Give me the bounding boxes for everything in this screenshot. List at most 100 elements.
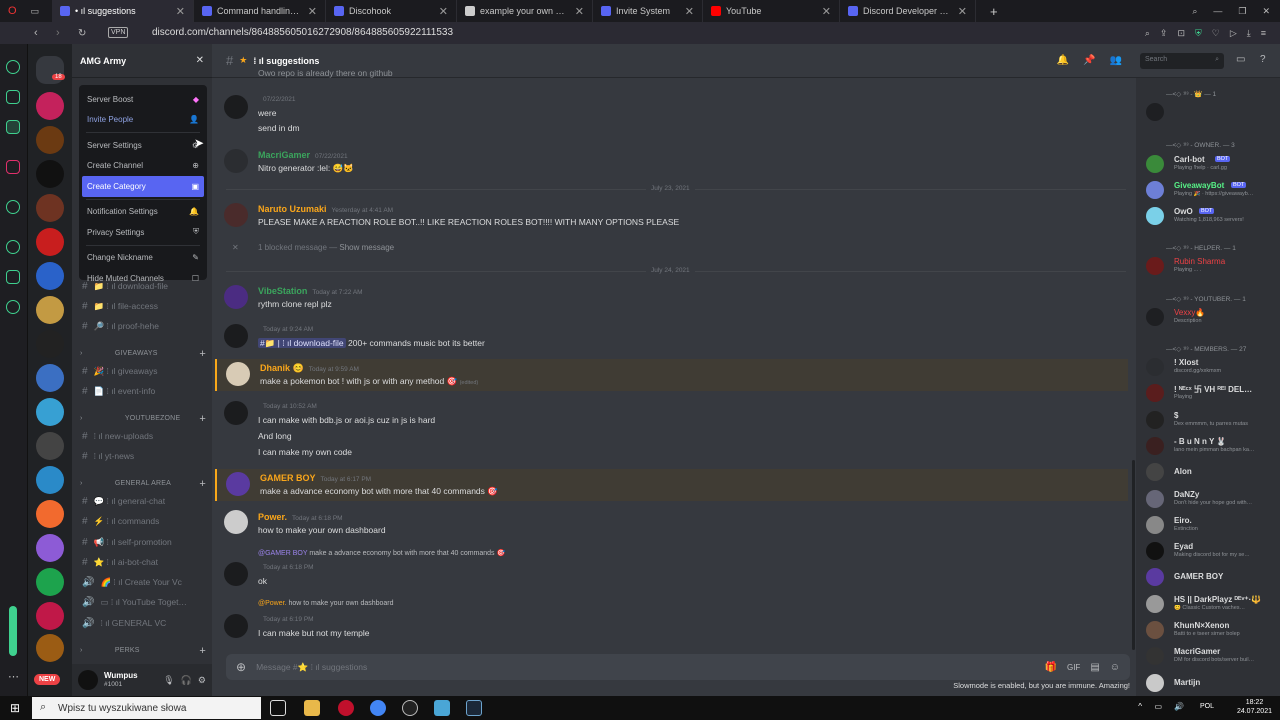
new-tab-button[interactable]: + — [990, 4, 998, 19]
extensions-icon[interactable] — [6, 270, 20, 284]
browser-tab[interactable]: • ıl suggestions ✕ — [52, 0, 194, 22]
mute-icon[interactable]: 🎙 — [163, 675, 174, 686]
member-item[interactable]: Eyad Making discord bot for my se… — [1146, 541, 1278, 561]
channel-item[interactable]: # ⁞ ıl yt-news — [82, 451, 134, 462]
menu-item-create-channel[interactable]: Create Channel ⊕ — [82, 156, 204, 177]
messenger-icon[interactable] — [6, 120, 20, 134]
member-item[interactable]: Vexxy🔥 Description — [1146, 307, 1278, 327]
member-item[interactable]: ! Xlost discord.gg/xxkmxm — [1146, 357, 1278, 377]
category-perks[interactable]: › PERKS + — [80, 645, 206, 657]
vpn-badge[interactable]: VPN — [108, 27, 129, 38]
server-icon[interactable] — [36, 602, 64, 630]
server-icon[interactable] — [36, 568, 64, 596]
menu-item-notification-settings[interactable]: Notification Settings 🔔 — [82, 202, 204, 223]
more-icon[interactable]: ⋯ — [8, 670, 19, 683]
back-icon[interactable]: ‹ — [34, 27, 38, 39]
browser-tab[interactable]: Invite System ✕ — [593, 0, 703, 22]
server-icon[interactable] — [36, 160, 64, 188]
server-icon[interactable] — [36, 330, 64, 358]
category-giveaways[interactable]: › GIVEAWAYS + — [80, 348, 206, 360]
reply-preview[interactable]: @GAMER BOY make a advance economy bot wi… — [258, 549, 505, 557]
minimize-button[interactable]: — — [1213, 6, 1222, 17]
server-icon[interactable] — [36, 534, 64, 562]
heart-icon[interactable]: ♡ — [1212, 28, 1220, 39]
windows-start-icon[interactable]: ⊞ — [10, 701, 20, 715]
browser-tab[interactable]: Discohook ✕ — [326, 0, 457, 22]
close-tab-icon[interactable]: ✕ — [308, 5, 317, 18]
inbox-icon[interactable]: ▭ — [1236, 54, 1245, 65]
history-icon[interactable] — [6, 240, 20, 254]
shield-icon[interactable]: ⛨ — [1195, 28, 1202, 39]
add-channel-icon[interactable]: + — [199, 645, 206, 657]
player-icon[interactable] — [9, 606, 17, 656]
close-window-button[interactable]: ✕ — [1262, 6, 1270, 17]
gif-icon[interactable]: GIF — [1067, 663, 1080, 672]
sticker-icon[interactable]: ▤ — [1090, 662, 1099, 673]
member-item[interactable] — [1146, 102, 1278, 122]
members-icon[interactable]: 👥 — [1110, 55, 1122, 66]
language-indicator[interactable]: POL — [1200, 703, 1214, 710]
bell-icon[interactable]: 🔔 — [1057, 55, 1069, 66]
url-field[interactable]: discord.com/channels/864885605016272908/… — [152, 27, 453, 38]
search-tabs-icon[interactable]: ⌕ — [1192, 6, 1197, 17]
avatar[interactable] — [224, 401, 248, 425]
task-view-icon[interactable] — [270, 700, 286, 716]
menu-item-change-nickname[interactable]: Change Nickname ✎ — [82, 248, 204, 269]
server-icon[interactable] — [36, 398, 64, 426]
avatar[interactable] — [224, 562, 248, 586]
member-item[interactable]: OwO BOT Watching 1,818,963 servers! — [1146, 206, 1278, 226]
search-input[interactable]: Search⌕ — [1140, 53, 1224, 69]
taskbar-search[interactable]: Wpisz tu wyszukiwane słowa — [32, 697, 261, 719]
username[interactable]: Dhanik 😊 Today at 9:59 AM — [260, 363, 359, 374]
headphones-icon[interactable]: 🎧 — [181, 675, 192, 686]
server-icon[interactable] — [36, 262, 64, 290]
tab-overview-icon[interactable]: ▭ — [31, 6, 40, 17]
member-item[interactable]: Rubin Sharma Playing ... . — [1146, 256, 1278, 276]
member-item[interactable]: GiveawayBot BOT Playing 🎉 · https://giveaw… — [1146, 180, 1278, 200]
new-badge[interactable]: NEW — [34, 674, 61, 685]
chrome-icon[interactable] — [370, 700, 386, 716]
avatar[interactable] — [224, 203, 248, 227]
server-icon[interactable] — [36, 364, 64, 392]
member-item[interactable]: ! ᴺᴱᶜˣ 卐 VH ᴿᴱᴵ DEL… Playing — [1146, 383, 1278, 403]
menu-item-invite-people[interactable]: Invite People 👤 — [82, 110, 204, 131]
server-icon[interactable] — [36, 126, 64, 154]
member-item[interactable]: MacriGamer DM for discord bots/server bui… — [1146, 646, 1278, 666]
server-icon[interactable] — [36, 228, 64, 256]
message-input[interactable]: Message #⭐ ⁞ ıl suggestions — [256, 662, 1034, 673]
member-item[interactable]: Martijn — [1146, 673, 1278, 693]
browser-tab[interactable]: Command handling | Disc… ✕ — [194, 0, 326, 22]
tray-chevron-icon[interactable]: ^ — [1138, 702, 1142, 711]
channel-item[interactable]: # 💬 ⁞ ıl general-chat — [82, 496, 165, 507]
file-explorer-icon[interactable] — [304, 700, 320, 716]
opera-logo-icon[interactable]: O — [8, 5, 17, 17]
app-icon[interactable] — [434, 700, 450, 716]
steam-icon[interactable] — [466, 700, 482, 716]
avatar[interactable] — [224, 510, 248, 534]
download-icon[interactable]: ⤓ — [1247, 28, 1251, 39]
member-item[interactable]: HS || DarkPlayz ᴰᴱᵛ⁺·🔱 😊 Classic Custom v… — [1146, 594, 1278, 614]
username[interactable]: Power. Today at 6:18 PM — [258, 512, 343, 522]
emoji-icon[interactable]: ☺ — [1110, 662, 1120, 673]
browser-tab[interactable]: example your own websid… ✕ — [457, 0, 593, 22]
reply-preview[interactable]: @Power. how to make your own dashboard — [258, 600, 394, 607]
close-tab-icon[interactable]: ✕ — [958, 5, 967, 18]
gift-icon[interactable]: 🎁 — [1045, 662, 1057, 673]
browser-tab[interactable]: YouTube ✕ — [703, 0, 840, 22]
member-item[interactable]: - B u N n Y 🐰 lano mein pimman bachpan ka… — [1146, 436, 1278, 456]
member-item[interactable]: GAMER BOY — [1146, 567, 1278, 587]
channel-mention[interactable]: #📁 | ⁞ ıl download-file — [258, 338, 346, 348]
show-message-link[interactable]: Show message — [339, 243, 394, 252]
search-icon[interactable]: ⌕ — [1145, 28, 1150, 39]
avatar[interactable] — [226, 472, 250, 496]
user-settings-icon[interactable]: ⚙ — [198, 675, 206, 686]
server-header[interactable]: AMG Army ✕ — [72, 44, 212, 78]
menu-item-privacy-settings[interactable]: Privacy Settings ⛨ — [82, 222, 204, 243]
channel-item[interactable]: # 📁 ⁞ ıl download-file — [82, 281, 168, 292]
avatar[interactable] — [78, 670, 98, 690]
opera-taskbar-icon[interactable] — [338, 700, 354, 716]
add-channel-icon[interactable]: + — [199, 413, 206, 425]
reload-icon[interactable]: ↻ — [78, 28, 86, 39]
add-channel-icon[interactable]: + — [199, 478, 206, 490]
username[interactable]: Naruto Uzumaki Yesterday at 4:41 AM — [258, 204, 393, 214]
